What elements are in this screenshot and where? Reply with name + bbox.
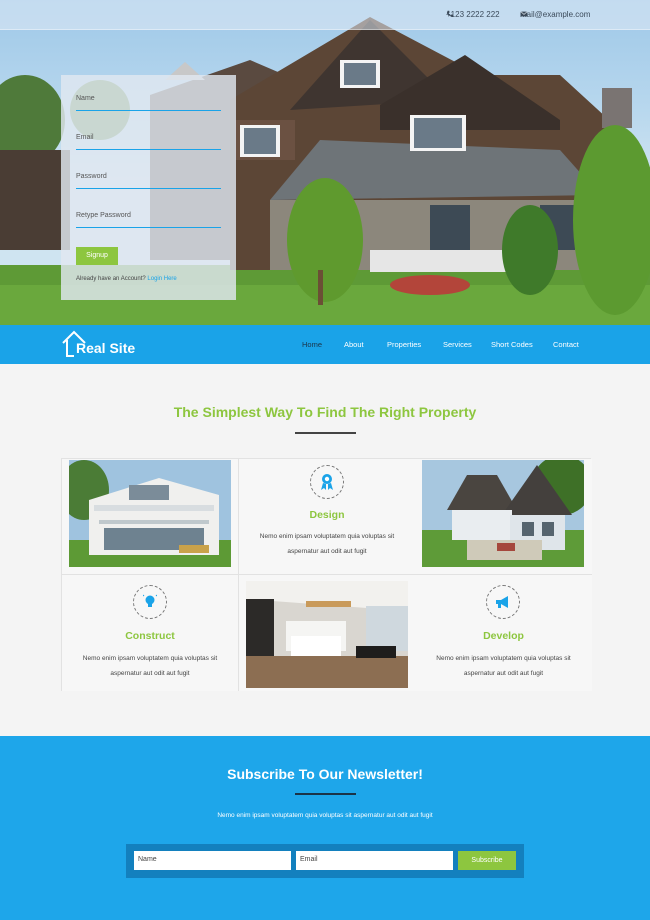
property-photo-3[interactable] [239, 575, 416, 691]
signup-form: Name Email Password Retype Password Sign… [61, 75, 236, 300]
section-heading: The Simplest Way To Find The Right Prope… [173, 404, 477, 420]
develop-text-line2: aspernatur aut odit aut fugit [463, 670, 544, 677]
design-title: Design [309, 509, 345, 521]
design-text-line1: Nemo enim ipsam voluptatem quia voluptas… [259, 533, 395, 540]
envelope-icon [520, 11, 528, 17]
heading-divider [295, 432, 356, 434]
property-photo-2[interactable] [415, 459, 592, 575]
cottage-house-image [422, 460, 584, 567]
lightbulb-icon [143, 594, 157, 607]
nav-services[interactable]: Services [443, 340, 472, 349]
nav-contact[interactable]: Contact [553, 340, 579, 349]
phone-number: +123 2222 222 [446, 10, 500, 19]
award-ribbon-icon [321, 474, 333, 490]
email-contact[interactable]: mail@example.com [520, 10, 590, 19]
construct-text-line2: aspernatur aut odit aut fugit [110, 670, 190, 677]
newsletter-divider [295, 793, 356, 795]
newsletter-description: Nemo enim ipsam voluptatem quia voluptas… [217, 812, 433, 819]
nav-short-codes[interactable]: Short Codes [491, 340, 533, 349]
construct-title: Construct [125, 630, 175, 642]
top-contact-bar: +123 2222 222 mail@example.com [0, 0, 650, 30]
modern-house-image [69, 460, 231, 567]
email-field[interactable]: Email [76, 130, 221, 150]
site-logo[interactable]: Real Site [60, 329, 135, 359]
retype-password-field[interactable]: Retype Password [76, 208, 221, 228]
hero-banner: +123 2222 222 mail@example.com Name Emai… [0, 0, 650, 325]
phone-contact[interactable]: +123 2222 222 [446, 10, 500, 19]
features-grid: Design Nemo enim ipsam voluptatem quia v… [61, 458, 592, 691]
newsletter-title: Subscribe To Our Newsletter! [227, 766, 423, 782]
develop-text-line1: Nemo enim ipsam voluptatem quia voluptas… [436, 655, 571, 662]
login-link[interactable]: Login Here [147, 276, 176, 282]
feature-design: Design Nemo enim ipsam voluptatem quia v… [239, 459, 416, 575]
nav-home[interactable]: Home [302, 340, 322, 349]
already-account-text: Already have an Account? [76, 276, 146, 282]
name-field[interactable]: Name [76, 91, 221, 111]
newsletter-name-input[interactable]: Name [134, 851, 291, 870]
main-navbar: Real Site Home About Properties Services… [0, 325, 650, 364]
feature-construct: Construct Nemo enim ipsam voluptatem qui… [62, 575, 239, 691]
email-address: mail@example.com [520, 10, 591, 19]
password-field[interactable]: Password [76, 169, 221, 189]
logo-text: Real Site [76, 340, 136, 356]
megaphone-icon [496, 596, 508, 608]
login-prompt: Already have an Account? Login Here [76, 276, 177, 282]
phone-icon [446, 10, 454, 17]
kitchen-interior-image [246, 581, 408, 688]
newsletter-email-input[interactable]: Email [296, 851, 453, 870]
nav-properties[interactable]: Properties [387, 340, 421, 349]
subscribe-button[interactable]: Subscribe [458, 851, 516, 870]
feature-develop: Develop Nemo enim ipsam voluptatem quia … [415, 575, 592, 691]
property-photo-1[interactable] [62, 459, 239, 575]
construct-text-line1: Nemo enim ipsam voluptatem quia voluptas… [82, 655, 218, 662]
nav-about[interactable]: About [344, 340, 364, 349]
newsletter-section: Subscribe To Our Newsletter! Nemo enim i… [0, 736, 650, 920]
newsletter-form: Name Email Subscribe [126, 844, 524, 878]
design-text-line2: aspernatur aut odit aut fugit [287, 548, 367, 555]
signup-button[interactable]: Signup [76, 247, 118, 265]
develop-title: Develop [483, 630, 524, 642]
